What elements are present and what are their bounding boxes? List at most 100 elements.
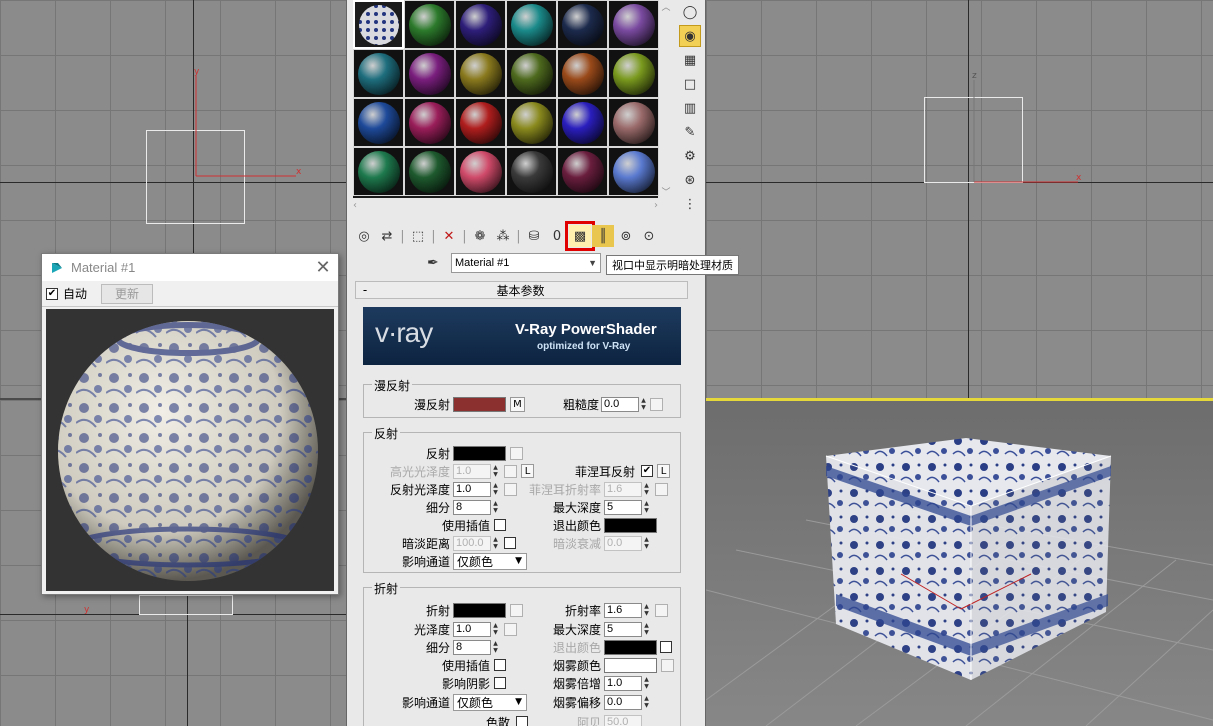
viewport-perspective[interactable] bbox=[706, 400, 1213, 726]
sample-slot[interactable] bbox=[608, 98, 659, 147]
sample-slot[interactable] bbox=[455, 0, 506, 49]
sample-slot[interactable] bbox=[557, 147, 608, 196]
diffuse-map-button[interactable]: M bbox=[510, 396, 525, 412]
refract-subdivs-spinner[interactable]: ▲ ▼ bbox=[491, 640, 500, 655]
refract-max-depth-input[interactable]: 5 bbox=[604, 621, 642, 637]
material-id-channel-icon[interactable]: 0 bbox=[546, 225, 568, 247]
material-preview-window[interactable]: Material #1 ✕ ✔ 自动 更新 bbox=[41, 253, 339, 595]
sample-slot[interactable] bbox=[404, 147, 455, 196]
sample-slot[interactable] bbox=[506, 49, 557, 98]
show-end-result-icon[interactable]: ║ bbox=[592, 225, 614, 247]
ior-input[interactable]: 1.6 bbox=[604, 602, 642, 618]
porcelain-cube[interactable] bbox=[821, 434, 1116, 684]
fog-multiplier-spinner[interactable]: ▲ ▼ bbox=[642, 676, 651, 691]
roughness-map-button[interactable] bbox=[650, 397, 663, 411]
sample-slot[interactable] bbox=[608, 0, 659, 49]
assign-to-selection-icon[interactable]: ⬚ bbox=[407, 225, 429, 247]
update-button[interactable]: 更新 bbox=[101, 283, 154, 304]
go-forward-sibling-icon[interactable]: ⊙ bbox=[638, 225, 660, 247]
sample-slot[interactable] bbox=[506, 0, 557, 49]
scroll-right-icon[interactable]: › bbox=[654, 200, 658, 211]
diffuse-color-swatch[interactable] bbox=[453, 396, 506, 412]
refract-exit-color-checkbox[interactable] bbox=[660, 641, 672, 653]
select-by-material-icon[interactable]: ⊛ bbox=[679, 169, 701, 191]
options-icon[interactable]: ⚙ bbox=[679, 145, 701, 167]
sample-slot[interactable] bbox=[353, 98, 404, 147]
slots-horizontal-scrollbar[interactable]: ‹ › bbox=[353, 200, 658, 212]
sample-type-icon[interactable]: ◯ bbox=[679, 1, 701, 23]
scroll-up-icon[interactable]: ︿ bbox=[661, 0, 671, 13]
sample-slot[interactable] bbox=[506, 98, 557, 147]
sample-slot[interactable] bbox=[608, 49, 659, 98]
material-preview-titlebar[interactable]: Material #1 ✕ bbox=[42, 254, 338, 281]
sample-slot[interactable] bbox=[557, 98, 608, 147]
reset-material-icon[interactable]: ✕ bbox=[438, 225, 460, 247]
reflect-max-depth-spinner[interactable]: ▲ ▼ bbox=[642, 500, 651, 515]
show-shaded-material-in-viewport-icon[interactable]: ▩ bbox=[565, 221, 595, 251]
ior-spinner[interactable]: ▲ ▼ bbox=[642, 603, 651, 618]
video-color-check-icon[interactable]: ▥ bbox=[679, 97, 701, 119]
scroll-left-icon[interactable]: ‹ bbox=[353, 200, 357, 211]
fog-color-swatch[interactable] bbox=[604, 657, 657, 673]
dim-distance-spinner[interactable]: ▲ ▼ bbox=[491, 536, 500, 551]
fresnel-ior-input[interactable]: 1.6 bbox=[604, 481, 642, 497]
sample-slot[interactable] bbox=[557, 0, 608, 49]
reflect-interp-checkbox[interactable] bbox=[494, 519, 506, 531]
viewport-top-right[interactable]: z x bbox=[706, 0, 1213, 398]
get-material-icon[interactable]: ◎ bbox=[353, 225, 375, 247]
reflect-affect-channels-select[interactable]: 仅颜色 ▼ bbox=[453, 552, 527, 570]
sample-slot[interactable] bbox=[353, 147, 404, 196]
make-preview-icon[interactable]: ✎ bbox=[679, 121, 701, 143]
fog-multiplier-input[interactable]: 1.0 bbox=[604, 675, 642, 691]
abbe-input[interactable]: 50.0 bbox=[604, 714, 642, 726]
scroll-down-icon[interactable]: ﹀ bbox=[661, 185, 671, 198]
put-to-library-icon[interactable]: ⛁ bbox=[523, 225, 545, 247]
fog-bias-input[interactable]: 0.0 bbox=[604, 694, 642, 710]
sample-slot[interactable] bbox=[404, 0, 455, 49]
dim-distance-input[interactable]: 100.0 bbox=[453, 535, 491, 551]
hilight-lock-button[interactable]: L bbox=[521, 464, 534, 478]
backlight-icon[interactable]: ◉ bbox=[679, 25, 701, 47]
rollout-toggle[interactable]: - bbox=[356, 283, 374, 297]
sample-slot[interactable] bbox=[455, 49, 506, 98]
fog-color-map-button[interactable] bbox=[661, 658, 674, 672]
reflect-subdivs-input[interactable]: 8 bbox=[453, 499, 491, 515]
sample-slot-active[interactable] bbox=[353, 0, 404, 49]
reflect-gloss-spinner[interactable]: ▲ ▼ bbox=[491, 482, 500, 497]
fresnel-ior-map-button[interactable] bbox=[655, 482, 668, 496]
fog-bias-spinner[interactable]: ▲ ▼ bbox=[642, 695, 651, 710]
uv-tiling-icon[interactable]: □ bbox=[679, 73, 701, 95]
background-checker-icon[interactable]: ▦ bbox=[679, 49, 701, 71]
hilight-gloss-map-button[interactable] bbox=[504, 464, 517, 478]
rollout-header[interactable]: - 基本参数 bbox=[355, 281, 688, 299]
sample-slot[interactable] bbox=[353, 49, 404, 98]
dim-falloff-input[interactable]: 0.0 bbox=[604, 535, 642, 551]
sample-slot[interactable] bbox=[506, 147, 557, 196]
chevron-down-icon[interactable]: ▼ bbox=[588, 258, 597, 268]
refract-exit-color-swatch[interactable] bbox=[604, 639, 657, 655]
reflect-gloss-input[interactable]: 1.0 bbox=[453, 481, 491, 497]
sample-slot[interactable] bbox=[404, 98, 455, 147]
sample-slot[interactable] bbox=[608, 147, 659, 196]
eyedropper-icon[interactable]: ✒ bbox=[427, 255, 447, 271]
ior-map-button[interactable] bbox=[655, 603, 668, 617]
sample-slot[interactable] bbox=[455, 147, 506, 196]
put-to-scene-icon[interactable]: ⇄ bbox=[376, 225, 398, 247]
make-copy-icon[interactable]: ❁ bbox=[469, 225, 491, 247]
dim-falloff-spinner[interactable]: ▲ ▼ bbox=[642, 536, 651, 551]
sample-slot[interactable] bbox=[455, 98, 506, 147]
slots-vertical-scrollbar[interactable]: ︿ ﹀ bbox=[661, 0, 671, 198]
reflect-subdivs-spinner[interactable]: ▲ ▼ bbox=[491, 500, 500, 515]
make-unique-icon[interactable]: ⁂ bbox=[492, 225, 514, 247]
refract-gloss-spinner[interactable]: ▲ ▼ bbox=[491, 622, 500, 637]
affect-shadows-checkbox[interactable] bbox=[494, 677, 506, 689]
reflect-color-swatch[interactable] bbox=[453, 445, 506, 461]
fresnel-checkbox[interactable]: ✔ bbox=[641, 465, 653, 477]
auto-checkbox[interactable]: ✔ bbox=[46, 287, 58, 300]
refract-max-depth-spinner[interactable]: ▲ ▼ bbox=[642, 622, 651, 637]
roughness-input[interactable]: 0.0 bbox=[601, 396, 639, 412]
reflect-max-depth-input[interactable]: 5 bbox=[604, 499, 642, 515]
hilight-gloss-input[interactable]: 1.0 bbox=[453, 463, 491, 479]
sample-slot[interactable] bbox=[557, 49, 608, 98]
reflect-map-button[interactable] bbox=[510, 446, 523, 460]
